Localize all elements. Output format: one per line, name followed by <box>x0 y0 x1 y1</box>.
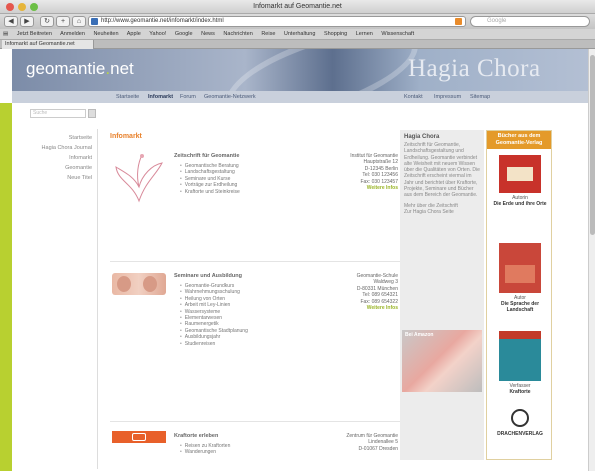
nav-item-kontakt[interactable]: Kontakt <box>404 91 423 103</box>
nav-item-forum[interactable]: Forum <box>180 91 196 103</box>
bookmarks-bar: ▤ Jetzt Beitreten Anmelden Neuheiten App… <box>0 29 595 40</box>
site-search-button[interactable] <box>88 109 96 118</box>
entry-divider <box>110 421 400 422</box>
site-header: geomantie.net Hagia Chora <box>12 49 595 91</box>
bookmark-item[interactable]: Nachrichten <box>223 31 252 37</box>
book-title: Kraftorte <box>509 389 531 395</box>
info-box-heading: Hagia Chora <box>404 134 440 140</box>
info-box-link[interactable]: Zur Hagia Chora Seite <box>400 209 484 215</box>
site-logo[interactable]: geomantie.net <box>26 59 134 79</box>
favicon-icon <box>91 18 98 25</box>
more-info-link[interactable]: Weitere Infos <box>312 305 398 311</box>
rss-icon[interactable] <box>455 18 462 25</box>
bookmark-item[interactable]: Lernen <box>356 31 373 37</box>
book-cover-image[interactable] <box>499 243 541 293</box>
address-bar-url: http://www.geomantie.net/infomarkt/index… <box>101 18 224 24</box>
book-caption[interactable]: Autor Die Sprache der Landschaft <box>489 295 551 313</box>
window-title: Infomarkt auf Geomantie.net <box>253 3 342 10</box>
bookmarks-book-icon[interactable]: ▤ <box>3 31 8 37</box>
left-link-geomantie[interactable]: Geomantie <box>65 165 92 171</box>
address-line: D-01067 Dresden <box>358 445 398 452</box>
bookmark-item[interactable]: Wissenschaft <box>381 31 414 37</box>
nav-item-netzwerk[interactable]: Geomantie-Netzwerk <box>204 91 256 103</box>
reload-button[interactable]: ↻ <box>40 16 54 27</box>
book-cover-image[interactable] <box>499 331 541 381</box>
left-link-startseite[interactable]: Startseite <box>69 135 92 141</box>
left-sidebar: Suche Startseite Hagia Chora Journal Inf… <box>12 103 98 471</box>
browser-search-placeholder: Google <box>487 18 507 24</box>
site-search-placeholder: Suche <box>33 110 48 116</box>
entry-title[interactable]: Seminare und Ausbildung <box>174 273 242 279</box>
books-sidebar: Bücher aus dem Geomantie-Verlag Autorin … <box>486 130 552 460</box>
page-scrollbar[interactable] <box>588 49 595 471</box>
header-swoosh-graphic <box>216 49 428 91</box>
nav-item-impressum[interactable]: Impressum <box>434 91 461 103</box>
site-navigation: Startseite Infomarkt Forum Geomantie-Net… <box>12 91 595 103</box>
nav-item-sitemap[interactable]: Sitemap <box>470 91 490 103</box>
tab-strip: Infomarkt auf Geomantie.net <box>0 40 595 49</box>
book-title: Die Sprache der Landschaft <box>500 301 540 313</box>
kraftorte-logo-image <box>112 431 166 443</box>
info-box-text: Zeitschrift für Geomantie, Landschaftsge… <box>404 142 480 199</box>
bookmark-item[interactable]: Shopping <box>324 31 347 37</box>
nav-item-infomarkt[interactable]: Infomarkt <box>148 91 173 103</box>
book-caption[interactable]: Autorin Die Erde und ihre Orte <box>489 195 551 207</box>
bookmark-item[interactable]: Anmelden <box>60 31 85 37</box>
book-title: Die Erde und ihre Orte <box>493 201 547 207</box>
address-bar[interactable]: http://www.geomantie.net/infomarkt/index… <box>88 16 466 27</box>
bookmark-item[interactable]: News <box>201 31 215 37</box>
browser-search-field[interactable]: Google <box>470 16 590 27</box>
add-bookmark-button[interactable]: + <box>56 16 70 27</box>
browser-tab[interactable]: Infomarkt auf Geomantie.net <box>2 40 94 49</box>
bookmark-item[interactable]: Reise <box>261 31 275 37</box>
book-cover-image[interactable] <box>499 155 541 193</box>
bookmark-item[interactable]: Jetzt Beitreten <box>17 31 52 37</box>
back-button[interactable]: ◀ <box>4 16 18 27</box>
entry-address: Zentrum für Geomantie Lindenallee 5 D-01… <box>312 433 398 452</box>
bookmark-item[interactable]: Google <box>175 31 193 37</box>
entry-title[interactable]: Zeitschrift für Geomantie <box>174 153 239 159</box>
list-item: Kraftorte und Steinkreise <box>180 189 310 195</box>
forward-button[interactable]: ▶ <box>20 16 34 27</box>
entry-bullet-list: Geomantie-Grundkurs Wahrnehmungsschulung… <box>180 283 310 347</box>
left-accent-bar <box>0 103 12 471</box>
bookmark-item[interactable]: Apple <box>127 31 141 37</box>
drache-logo-icon <box>511 409 529 427</box>
entry-divider <box>110 261 400 262</box>
entry-bullet-list: Reisen zu Kraftorten Wanderungen <box>180 443 310 456</box>
promo-title: Bei Amazon <box>405 332 434 338</box>
window-titlebar: Infomarkt auf Geomantie.net <box>0 0 595 14</box>
hagia-chora-wordmark: Hagia Chora <box>408 55 541 82</box>
bookmark-item[interactable]: Unterhaltung <box>284 31 316 37</box>
scrollbar-thumb[interactable] <box>590 55 595 235</box>
books-heading: Bücher aus dem Geomantie-Verlag <box>487 131 551 149</box>
list-item: Studienreisen <box>180 341 310 347</box>
entry-address: Geomantie-Schule Waldweg 3 D-80331 Münch… <box>312 273 398 311</box>
browser-toolbar: ◀ ▶ ↻ + ⌂ http://www.geomantie.net/infom… <box>0 14 595 29</box>
flower-logo-image <box>115 154 163 203</box>
left-link-infomarkt[interactable]: Infomarkt <box>69 155 92 161</box>
left-link-journal[interactable]: Hagia Chora Journal <box>42 145 92 151</box>
more-info-link[interactable]: Weitere Infos <box>312 185 398 191</box>
promo-banner-image[interactable]: Bei Amazon <box>402 330 482 392</box>
nav-item-startseite[interactable]: Startseite <box>116 91 139 103</box>
logo-main: geomantie <box>26 59 106 78</box>
hagia-chora-info-box: Hagia Chora Zeitschrift für Geomantie, L… <box>400 130 484 460</box>
list-item: Wanderungen <box>180 449 310 455</box>
site-search-input[interactable]: Suche <box>30 109 86 118</box>
entry-bullet-list: Geomantische Beratung Landschaftsgestalt… <box>180 163 310 195</box>
logo-tld: net <box>110 59 134 78</box>
entry-title[interactable]: Kraftorte erleben <box>174 433 218 439</box>
entry-address: Institut für Geomantie Hauptstraße 12 D-… <box>312 153 398 191</box>
bookmark-item[interactable]: Yahoo! <box>149 31 166 37</box>
bookmark-item[interactable]: Neuheiten <box>93 31 118 37</box>
left-link-neue-titel[interactable]: Neue Titel <box>67 175 92 181</box>
page-heading: Infomarkt <box>110 133 142 140</box>
home-icon[interactable]: ⌂ <box>72 16 86 27</box>
portrait-photo-image <box>112 273 166 295</box>
publisher-label[interactable]: DRACHENVERLAG <box>489 431 551 437</box>
book-caption[interactable]: Verfasser Kraftorte <box>489 383 551 395</box>
